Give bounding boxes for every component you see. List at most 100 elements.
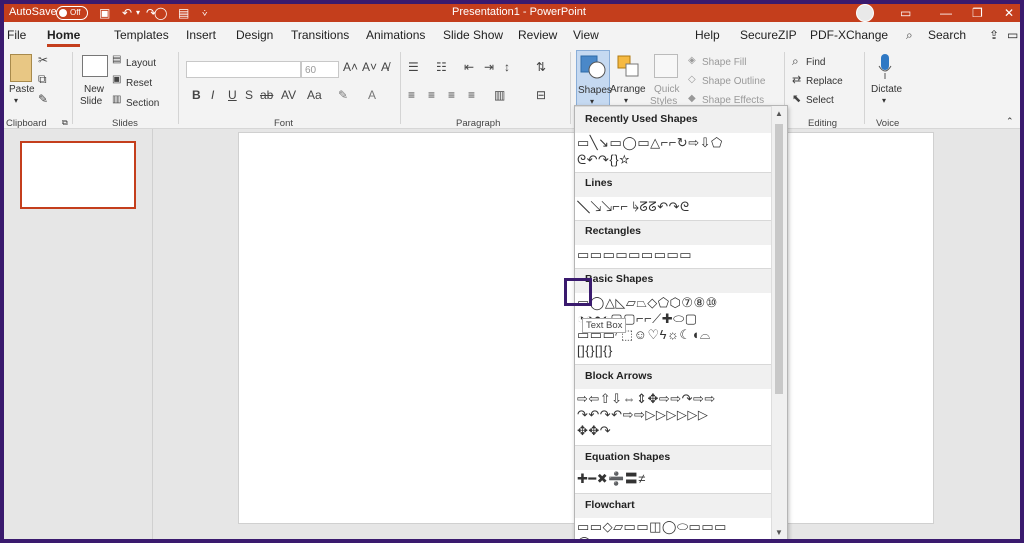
search-box[interactable]: Search <box>928 28 966 42</box>
shape-row[interactable]: ✚━✖➗〓≠ <box>577 472 646 486</box>
tab-animations[interactable]: Animations <box>366 28 425 42</box>
avatar[interactable] <box>856 4 874 22</box>
text-direction-icon[interactable]: ⇅ <box>536 60 546 74</box>
restore-icon[interactable]: ❐ <box>972 4 983 22</box>
replace-icon[interactable]: ⇄ <box>792 73 801 86</box>
undo-icon[interactable]: ↶ <box>122 4 132 22</box>
italic-button[interactable]: I <box>211 88 214 102</box>
shape-fill-button[interactable]: Shape Fill <box>702 57 746 68</box>
shape-row[interactable]: ▭╲↘▭◯▭△⌐⌐↻⇨⇩⬠ <box>577 136 723 150</box>
bold-button[interactable]: B <box>192 88 201 102</box>
numbering-icon[interactable]: ☷ <box>436 60 447 74</box>
shape-effects-icon[interactable]: ◆ <box>688 93 696 104</box>
scroll-thumb[interactable] <box>775 124 783 394</box>
layout-icon[interactable]: ▤ <box>112 54 121 65</box>
align-text-icon[interactable]: ⊟ <box>536 88 546 102</box>
quick-styles-label-1[interactable]: Quick <box>654 84 680 95</box>
indent-decrease-icon[interactable]: ⇤ <box>464 60 474 74</box>
highlight-icon[interactable]: ✎ <box>338 88 348 102</box>
align-right-icon[interactable]: ≡ <box>448 88 455 102</box>
search-icon[interactable]: ⌕ <box>906 28 913 43</box>
shape-row[interactable]: ▭◯△◺▱⏢◇⬠⬡⑦⑧⑩ <box>577 296 718 310</box>
indent-increase-icon[interactable]: ⇥ <box>484 60 494 74</box>
reset-icon[interactable]: ▣ <box>112 74 121 85</box>
font-color-icon[interactable]: A <box>368 88 376 102</box>
font-name-combo[interactable] <box>186 61 301 78</box>
shape-row[interactable]: ╲↘↘⌐⌐↳ᘔᘔ↶↷ᘓ <box>577 200 690 214</box>
tab-transitions[interactable]: Transitions <box>291 28 349 42</box>
tab-file[interactable]: File <box>7 28 26 42</box>
dialog-launcher-icon[interactable]: ⧉ <box>62 118 68 128</box>
microphone-icon[interactable] <box>878 54 892 80</box>
layout-button[interactable]: Layout <box>126 58 156 69</box>
tab-view[interactable]: View <box>573 28 599 42</box>
decrease-font-icon[interactable]: A˅ <box>362 60 377 74</box>
minimize-icon[interactable]: — <box>940 4 952 22</box>
shape-fill-icon[interactable]: ◈ <box>688 55 696 66</box>
tab-templates[interactable]: Templates <box>114 28 169 42</box>
shadow-button[interactable]: S <box>245 88 253 102</box>
new-slide-icon[interactable] <box>82 55 108 77</box>
replace-button[interactable]: Replace <box>806 76 843 87</box>
font-size-combo[interactable]: 60 <box>301 61 339 78</box>
increase-font-icon[interactable]: A˄ <box>343 60 358 74</box>
bullets-icon[interactable]: ☰ <box>408 60 419 74</box>
save-icon[interactable]: ▣ <box>99 4 110 22</box>
underline-button[interactable]: U <box>228 88 237 102</box>
shape-row[interactable]: ✥✥↷ <box>577 424 611 438</box>
present-icon[interactable]: ▤ <box>178 4 189 22</box>
tab-pdf-xchange[interactable]: PDF-XChange <box>810 28 888 42</box>
close-icon[interactable]: ✕ <box>1004 4 1014 22</box>
new-slide-label-2[interactable]: Slide <box>80 96 102 107</box>
shape-row[interactable]: ᘓ↶↷{}☆ <box>577 153 630 167</box>
line-spacing-icon[interactable]: ↕ <box>504 60 510 74</box>
customize-arrow-icon[interactable]: ⩒ <box>202 4 207 22</box>
align-left-icon[interactable]: ≡ <box>408 88 415 102</box>
autosave-toggle[interactable]: Off <box>56 6 88 20</box>
section-icon[interactable]: ▥ <box>112 94 121 105</box>
tab-home[interactable]: Home <box>47 28 81 47</box>
change-case-button[interactable]: Aa <box>307 88 322 102</box>
circle-icon[interactable]: ◯ <box>154 4 167 22</box>
arrange-dropdown-icon[interactable]: ▾ <box>624 96 628 105</box>
format-painter-icon[interactable]: ✎ <box>38 92 48 106</box>
collapse-ribbon-icon[interactable]: ⌃ <box>1006 116 1014 127</box>
shape-row[interactable]: ▭▭◇▱▭▭◫◯⬭▭▭▭ <box>577 520 727 534</box>
tab-review[interactable]: Review <box>518 28 557 42</box>
undo-dropdown-icon[interactable]: ▾ <box>136 4 140 22</box>
shape-outline-icon[interactable]: ◇ <box>688 74 696 85</box>
shape-row[interactable]: ↷↶↷↶⇨⇨▷▷▷▷▷▷ <box>577 408 708 422</box>
quick-styles-icon[interactable] <box>654 54 678 78</box>
clear-format-icon[interactable]: A̸ <box>381 60 389 74</box>
tab-securezip[interactable]: SecureZIP <box>740 28 797 42</box>
ribbon-display-icon[interactable]: ▭ <box>900 4 911 22</box>
share-icon[interactable]: ⇪ <box>989 28 999 42</box>
find-button[interactable]: Find <box>806 57 825 68</box>
arrange-icon[interactable] <box>616 54 642 78</box>
tab-help[interactable]: Help <box>695 28 720 42</box>
cut-icon[interactable]: ✂ <box>38 53 48 67</box>
shape-row[interactable]: ▭▭▭▭▭▭▭▭▭ <box>577 248 692 262</box>
copy-icon[interactable]: ⧉ <box>38 72 47 87</box>
justify-icon[interactable]: ≡ <box>468 88 475 102</box>
shape-row[interactable]: ⇨⇦⇧⇩⇔⇕✥⇨⇨↷⇨⇨ <box>577 392 716 406</box>
paste-icon[interactable] <box>10 54 32 82</box>
shape-row[interactable]: ◯▭◻▭▭◻◻▭▭▭▭▭ <box>577 536 728 540</box>
strikethrough-button[interactable]: ab <box>260 88 273 102</box>
columns-icon[interactable]: ▥ <box>494 88 505 102</box>
find-icon[interactable]: ⌕ <box>792 54 799 69</box>
paste-label[interactable]: Paste <box>9 84 35 95</box>
reset-button[interactable]: Reset <box>126 78 152 89</box>
dictate-button[interactable]: Dictate <box>871 84 902 95</box>
shape-row[interactable]: []{}[]{} <box>577 344 613 358</box>
paste-dropdown-icon[interactable]: ▾ <box>14 96 18 105</box>
shape-outline-button[interactable]: Shape Outline <box>702 76 765 87</box>
arrange-label[interactable]: Arrange <box>610 84 646 95</box>
tab-insert[interactable]: Insert <box>186 28 216 42</box>
align-center-icon[interactable]: ≡ <box>428 88 435 102</box>
tab-slide-show[interactable]: Slide Show <box>443 28 503 42</box>
section-button[interactable]: Section <box>126 98 159 109</box>
char-spacing-button[interactable]: AV <box>281 88 296 102</box>
comments-icon[interactable]: ▭ <box>1007 28 1018 42</box>
new-slide-label-1[interactable]: New <box>84 84 104 95</box>
